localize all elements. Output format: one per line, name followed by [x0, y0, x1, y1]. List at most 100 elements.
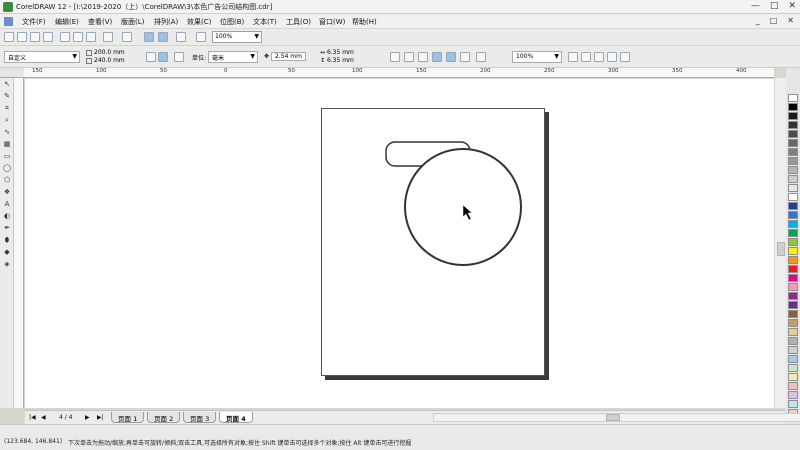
color-swatch[interactable]: [788, 148, 798, 156]
dynamic-guides-icon[interactable]: [446, 52, 456, 62]
vertical-ruler[interactable]: [14, 78, 24, 408]
color-swatch[interactable]: [788, 310, 798, 318]
snap-grid-icon[interactable]: [404, 52, 414, 62]
last-page-button[interactable]: ▶|: [97, 414, 104, 421]
horizontal-scrollbar[interactable]: [433, 413, 800, 422]
zoom-tool-icon[interactable]: ⌕: [2, 116, 12, 125]
undo-icon[interactable]: [103, 32, 113, 42]
page-height-field[interactable]: 240.0 mm: [86, 57, 142, 65]
color-swatch[interactable]: [788, 103, 798, 111]
menu-arrange[interactable]: 排列(A): [154, 17, 187, 27]
color-swatch[interactable]: [788, 193, 798, 201]
zoom-page-icon[interactable]: [620, 52, 630, 62]
color-swatch[interactable]: [788, 139, 798, 147]
vertical-scrollbar[interactable]: [774, 78, 786, 408]
menu-file[interactable]: 文件(F): [22, 17, 55, 27]
document-icon[interactable]: [4, 17, 13, 26]
new-file-icon[interactable]: [4, 32, 14, 42]
color-swatch[interactable]: [788, 355, 798, 363]
interactive-fill-tool-icon[interactable]: ◈: [2, 260, 12, 269]
menu-view[interactable]: 查看(V): [88, 17, 121, 27]
shape-tool-icon[interactable]: ✎: [2, 92, 12, 101]
color-swatch[interactable]: [788, 121, 798, 129]
corel-online-icon[interactable]: [196, 32, 206, 42]
page-tab-4[interactable]: 页面 4: [219, 412, 253, 423]
cut-icon[interactable]: [60, 32, 70, 42]
color-swatch[interactable]: [788, 94, 798, 102]
horizontal-ruler[interactable]: 150 100 50 0 50 100 150 200 250 300 350 400: [24, 68, 774, 78]
snap-objects-icon[interactable]: [432, 52, 442, 62]
color-swatch[interactable]: [788, 175, 798, 183]
zoom-all-icon[interactable]: [607, 52, 617, 62]
polygon-tool-icon[interactable]: ⬠: [2, 176, 12, 185]
color-swatch[interactable]: [788, 319, 798, 327]
color-swatch[interactable]: [788, 112, 798, 120]
color-swatch[interactable]: [788, 283, 798, 291]
menu-text[interactable]: 文本(T): [253, 17, 286, 27]
close-button[interactable]: ✕: [788, 1, 796, 11]
color-swatch[interactable]: [788, 364, 798, 372]
color-swatch[interactable]: [788, 211, 798, 219]
menu-layout[interactable]: 版面(L): [121, 17, 154, 27]
horizontal-scroll-thumb[interactable]: [606, 414, 620, 421]
freehand-tool-icon[interactable]: ∿: [2, 128, 12, 137]
redo-icon[interactable]: [122, 32, 132, 42]
next-page-button[interactable]: ▶: [85, 414, 90, 421]
menu-help[interactable]: 帮助(H): [352, 17, 385, 27]
color-swatch[interactable]: [788, 382, 798, 390]
page-width-field[interactable]: 200.0 mm: [86, 49, 142, 57]
color-swatch[interactable]: [788, 301, 798, 309]
open-file-icon[interactable]: [17, 32, 27, 42]
interactive-blend-tool-icon[interactable]: ◐: [2, 212, 12, 221]
document-page[interactable]: [321, 108, 545, 376]
snap-guidelines-icon[interactable]: [418, 52, 428, 62]
units-select[interactable]: 毫米 ▼: [208, 51, 258, 63]
page-layout-icon[interactable]: [174, 52, 184, 62]
maximize-button[interactable]: □: [770, 1, 779, 11]
previous-page-button[interactable]: ◀: [41, 414, 46, 421]
vertical-scroll-thumb[interactable]: [777, 242, 785, 256]
application-launcher-icon[interactable]: [176, 32, 186, 42]
page-tab-2[interactable]: 页面 2: [147, 412, 181, 423]
color-swatch[interactable]: [788, 184, 798, 192]
zoom-in-icon[interactable]: [568, 52, 578, 62]
treat-as-filled-icon[interactable]: [460, 52, 470, 62]
paper-preset-select[interactable]: 自定义 ▼: [4, 51, 80, 63]
doc-restore-button[interactable]: □: [770, 16, 778, 25]
ruler-corner[interactable]: [0, 68, 24, 78]
draw-scale-icon[interactable]: [390, 52, 400, 62]
duplicate-x-field[interactable]: ↔ 6.35 mm: [320, 49, 380, 57]
color-swatch[interactable]: [788, 256, 798, 264]
zoom-level-select[interactable]: 100% ▼: [212, 31, 262, 43]
rectangle-tool-icon[interactable]: ▭: [2, 152, 12, 161]
first-page-button[interactable]: |◀: [29, 414, 36, 421]
color-swatch[interactable]: [788, 400, 798, 408]
save-icon[interactable]: [30, 32, 40, 42]
fill-tool-icon[interactable]: ◆: [2, 248, 12, 257]
color-swatch[interactable]: [788, 265, 798, 273]
page-tab-1[interactable]: 页面 1: [111, 412, 145, 423]
doc-minimize-button[interactable]: _: [756, 16, 760, 25]
import-icon[interactable]: [144, 32, 154, 42]
color-swatch[interactable]: [788, 274, 798, 282]
color-swatch[interactable]: [788, 229, 798, 237]
paste-icon[interactable]: [86, 32, 96, 42]
color-swatch[interactable]: [788, 130, 798, 138]
nudge-distance-field[interactable]: ✥ 2.54 mm: [262, 51, 314, 63]
color-swatch[interactable]: [788, 157, 798, 165]
color-swatch[interactable]: [788, 292, 798, 300]
pick-tool-icon[interactable]: ↖: [2, 80, 12, 89]
color-swatch[interactable]: [788, 337, 798, 345]
color-swatch[interactable]: [788, 202, 798, 210]
color-swatch[interactable]: [788, 328, 798, 336]
page-tab-3[interactable]: 页面 3: [183, 412, 217, 423]
landscape-icon[interactable]: [158, 52, 168, 62]
copy-icon[interactable]: [73, 32, 83, 42]
ellipse-tool-icon[interactable]: ◯: [2, 164, 12, 173]
outline-tool-icon[interactable]: ⬮: [2, 236, 12, 245]
eyedropper-tool-icon[interactable]: ✒: [2, 224, 12, 233]
duplicate-y-field[interactable]: ↕ 6.35 mm: [320, 57, 380, 65]
options-icon[interactable]: [476, 52, 486, 62]
menu-window[interactable]: 窗口(W): [319, 17, 352, 27]
basic-shapes-tool-icon[interactable]: ❖: [2, 188, 12, 197]
